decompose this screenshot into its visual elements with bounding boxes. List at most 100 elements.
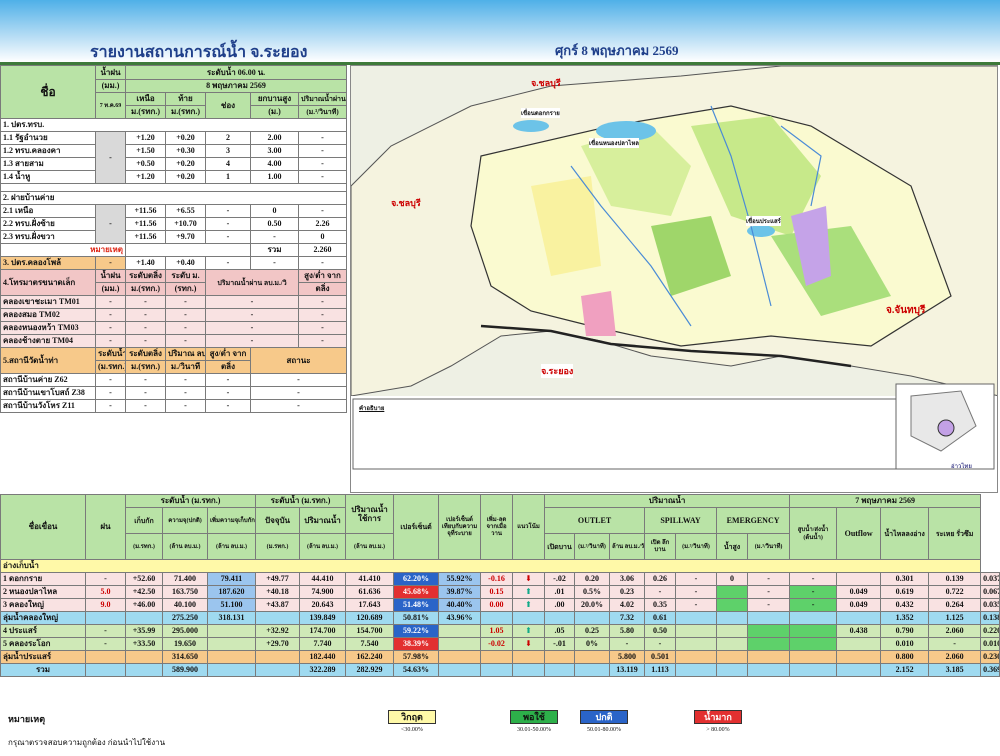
row-nongplalai: 2 หนองปลาไหล 5.0 +42.50 163.750 187.620 +40.1… — [0, 585, 1000, 599]
table-cell: - — [789, 585, 838, 599]
table-cell: 0.619 — [880, 585, 930, 599]
table-cell — [125, 650, 163, 664]
table-cell: 0.220 — [980, 624, 1000, 638]
map-label-prasae: เขื่อนประแสร์ — [746, 216, 781, 226]
table-cell — [675, 637, 718, 651]
table-cell: 2 — [205, 131, 251, 145]
table-cell — [574, 663, 611, 677]
table-cell: - — [95, 204, 126, 244]
table-cell: ช่อง — [205, 92, 251, 119]
table-cell: น้ำไหลลงอ่าง — [880, 507, 930, 560]
table-cell: 0.369 — [980, 663, 1000, 677]
table-cell: +9.70 — [165, 230, 206, 244]
table-cell: ระเหย รั่วซึม — [928, 507, 982, 560]
table-cell: 0 — [716, 572, 749, 586]
table-cell: 162.240 — [345, 650, 395, 664]
table-cell: - — [205, 373, 251, 387]
table-cell: ล้าน ลบ.ม./วัน — [609, 533, 646, 560]
table-cell: ⬇ — [512, 637, 546, 651]
table-cell: - — [249, 399, 348, 413]
legend-normal: ปกติ — [580, 710, 628, 724]
table-cell: 4.02 — [609, 598, 646, 612]
table-cell: ฝน — [85, 494, 126, 560]
table-cell: 275.250 — [162, 611, 208, 625]
table-cell: - — [165, 386, 206, 400]
table-cell: 1.05 — [480, 624, 514, 638]
table-cell: 1.113 — [644, 663, 677, 677]
table-cell: +10.70 — [165, 217, 206, 231]
table-cell: 20.0% — [574, 598, 611, 612]
table-cell: ระดับน้ำ (ม.รทก.) — [255, 494, 347, 508]
table-cell — [574, 611, 611, 625]
table-cell: 2.060 — [928, 624, 982, 638]
table-cell: 314.650 — [162, 650, 208, 664]
table-cell: 1.3 สายสาม — [0, 157, 96, 171]
table-cell — [125, 611, 163, 625]
table-cell: - — [928, 637, 982, 651]
table-cell: 0.067 — [980, 585, 1000, 599]
table-cell: - — [205, 334, 299, 348]
table-cell: 61.636 — [345, 585, 395, 599]
table-cell: - — [297, 157, 348, 171]
table-cell: 0.035 — [980, 598, 1000, 612]
table-cell — [544, 663, 576, 677]
table-cell: เปอร์เซ็นต์ — [393, 494, 440, 560]
table-cell: - — [95, 256, 126, 270]
table-cell: (มม.) — [95, 79, 126, 93]
table-cell: 0.800 — [880, 650, 930, 664]
table-cell: สถานีบ้านเขาโบสถ์ Z38 — [0, 386, 96, 400]
table-cell: +0.20 — [165, 131, 206, 145]
table-cell: +1.50 — [125, 144, 166, 158]
map-label-chonburi: จ.ชลบุรี — [531, 78, 561, 88]
table-cell: ปริมาณ ลบ. — [165, 347, 206, 361]
legend-note: หมายเหตุ — [8, 714, 46, 724]
table-cell: - — [85, 572, 126, 586]
table-cell — [125, 663, 163, 677]
table-cell: +33.50 — [125, 637, 163, 651]
table-cell: ระดับน้ำ 06.00 น. — [124, 65, 348, 80]
table-cell: 2.060 — [928, 650, 982, 664]
table-cell: ปริมาณน้ำใช้การ — [345, 494, 395, 534]
table-cell: 50.81% — [393, 611, 440, 625]
table-cell — [789, 637, 838, 651]
table-cell: 13.119 — [609, 663, 646, 677]
table-cell: - — [747, 572, 791, 586]
table-cell: 1.1 รัฐอำนวย — [0, 131, 96, 145]
table-cell: 0.790 — [880, 624, 930, 638]
table-cell — [480, 663, 514, 677]
table-cell: - — [297, 321, 348, 335]
table-cell — [438, 650, 482, 664]
table-cell: SPILLWAY — [644, 507, 718, 534]
table-cell: เหนือ — [125, 92, 166, 106]
table-cell: 1 — [205, 170, 251, 184]
table-cell: +43.87 — [255, 598, 301, 612]
table-cell: ⬆ — [512, 585, 546, 599]
table-cell: - — [297, 295, 348, 309]
table-cell: - — [297, 204, 348, 218]
table-cell: - — [165, 399, 206, 413]
table-cell: 2.260 — [297, 243, 348, 257]
table-cell: - — [95, 386, 126, 400]
table-cell: 0.138 — [980, 611, 1000, 625]
table-cell — [512, 611, 546, 625]
table-cell: 0.301 — [880, 572, 930, 586]
table-cell: - — [95, 321, 126, 335]
table-cell: - — [789, 572, 838, 586]
table-cell: 0.25 — [574, 624, 611, 638]
table-cell — [438, 637, 482, 651]
table-cell: - — [205, 217, 251, 231]
table-cell: หมายเหตุ — [0, 243, 126, 257]
table-cell: 1 ดอกกราย — [0, 572, 86, 586]
table-cell — [574, 650, 611, 664]
table-cell: +46.00 — [125, 598, 163, 612]
table-cell: 0.61 — [644, 611, 677, 625]
table-cell: - — [95, 373, 126, 387]
table-cell — [675, 611, 718, 625]
table-cell: - — [125, 373, 166, 387]
table-cell: ม.(รทก.) — [125, 360, 166, 374]
table-cell: - — [205, 256, 251, 270]
table-cell: 0.15 — [480, 585, 514, 599]
table-cell: 71.400 — [162, 572, 208, 586]
table-cell: 0.432 — [880, 598, 930, 612]
table-cell — [747, 624, 791, 638]
